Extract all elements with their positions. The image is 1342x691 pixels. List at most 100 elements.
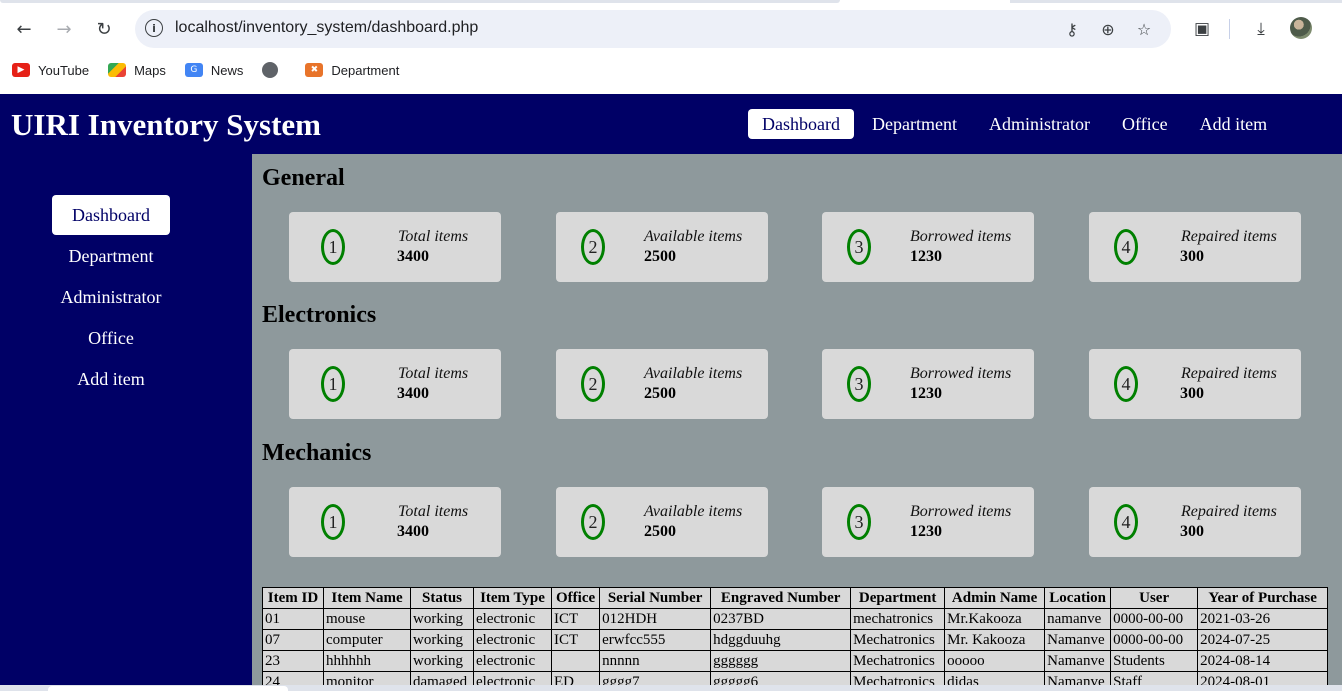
stat-card-repaired[interactable]: 4 Repaired items 300: [1089, 212, 1301, 282]
xampp-icon: ✖: [305, 63, 324, 77]
sidebar-item-add-item[interactable]: Add item: [52, 359, 170, 399]
card-label: Borrowed items: [910, 503, 1012, 520]
cell-item-name: hhhhhh: [323, 650, 411, 672]
bookmark-label: YouTube: [38, 62, 90, 78]
card-value: 1230: [910, 385, 942, 402]
profile-avatar[interactable]: [1290, 17, 1312, 39]
bookmark-maps[interactable]: Maps: [108, 63, 166, 78]
back-arrow-icon[interactable]: ←: [8, 13, 40, 45]
card-value: 2500: [644, 248, 676, 265]
column-header[interactable]: Year of Purchase: [1197, 587, 1329, 609]
star-icon[interactable]: ☆: [1133, 18, 1155, 40]
stat-card-borrowed[interactable]: 3 Borrowed items 1230: [822, 212, 1034, 282]
column-header[interactable]: Item Type: [473, 587, 552, 609]
table-row[interactable]: 07 computer working electronic ICT erwfc…: [262, 629, 1329, 651]
column-header[interactable]: Item Name: [323, 587, 411, 609]
column-header[interactable]: Serial Number: [599, 587, 712, 609]
card-number-badge: 4: [1114, 504, 1138, 540]
cell-engraved-number: gggggg: [710, 650, 852, 672]
card-number-badge: 4: [1114, 366, 1138, 402]
cell-item-name: mouse: [323, 608, 411, 630]
table-row[interactable]: 23 hhhhhh working electronic nnnnn ggggg…: [262, 650, 1329, 672]
bookmark-news[interactable]: G News: [184, 63, 243, 78]
bookmark-youtube[interactable]: ▶ YouTube: [12, 63, 89, 78]
zoom-icon[interactable]: ⊕: [1097, 18, 1119, 40]
stat-card-total[interactable]: 1 Total items 3400: [289, 487, 501, 557]
cell-department: mechatronics: [850, 608, 946, 630]
card-number-badge: 1: [321, 229, 345, 265]
cell-serial-number: 012HDH: [599, 608, 712, 630]
stat-card-borrowed[interactable]: 3 Borrowed items 1230: [822, 349, 1034, 419]
column-header[interactable]: Office: [550, 587, 601, 609]
extensions-icon[interactable]: ▣: [1189, 16, 1215, 42]
card-label: Available items: [644, 228, 743, 245]
bookmark-globe[interactable]: [262, 62, 286, 78]
stat-card-available[interactable]: 2 Available items 2500: [556, 349, 768, 419]
cell-engraved-number: 0237BD: [710, 608, 852, 630]
column-header[interactable]: Department: [850, 587, 946, 609]
card-label: Total items: [398, 503, 469, 520]
table-row[interactable]: 01 mouse working electronic ICT 012HDH 0…: [262, 608, 1329, 630]
cell-admin-name: ooooo: [944, 650, 1046, 672]
app-title: UIRI Inventory System: [11, 107, 321, 142]
stat-card-available[interactable]: 2 Available items 2500: [556, 487, 768, 557]
card-value: 2500: [644, 385, 676, 402]
card-label: Borrowed items: [910, 228, 1012, 245]
sidebar-item-dashboard[interactable]: Dashboard: [52, 195, 170, 235]
topnav-administrator[interactable]: Administrator: [975, 109, 1104, 139]
topnav-dashboard[interactable]: Dashboard: [748, 109, 854, 139]
cell-department: Mechatronics: [850, 629, 946, 651]
card-label: Total items: [398, 228, 469, 245]
card-number-badge: 4: [1114, 229, 1138, 265]
bookmark-department[interactable]: ✖ Department: [305, 63, 399, 78]
sidebar-item-administrator[interactable]: Administrator: [52, 277, 170, 317]
top-nav: Dashboard Department Administrator Offic…: [748, 109, 1285, 139]
address-bar[interactable]: i localhost/inventory_system/dashboard.p…: [135, 10, 1171, 48]
menu-icon[interactable]: ⋮: [1330, 16, 1342, 42]
tab-strip: [0, 0, 840, 3]
cell-user: 0000-00-00: [1110, 608, 1199, 630]
cell-location: Namanve: [1044, 629, 1112, 651]
column-header[interactable]: Engraved Number: [710, 587, 852, 609]
news-icon: G: [184, 63, 203, 77]
stat-card-total[interactable]: 1 Total items 3400: [289, 212, 501, 282]
card-number-badge: 1: [321, 366, 345, 402]
stat-card-repaired[interactable]: 4 Repaired items 300: [1089, 349, 1301, 419]
url-text[interactable]: localhost/inventory_system/dashboard.php: [175, 19, 478, 37]
card-value: 1230: [910, 523, 942, 540]
download-icon[interactable]: ⤓: [1248, 16, 1274, 42]
stat-card-available[interactable]: 2 Available items 2500: [556, 212, 768, 282]
column-header[interactable]: Item ID: [262, 587, 324, 609]
stat-card-total[interactable]: 1 Total items 3400: [289, 349, 501, 419]
site-info-icon[interactable]: i: [145, 19, 163, 37]
sidebar-item-office[interactable]: Office: [52, 318, 170, 358]
key-icon[interactable]: ⚷: [1061, 18, 1083, 40]
card-number-badge: 3: [847, 366, 871, 402]
forward-arrow-icon[interactable]: →: [48, 13, 80, 45]
bookmark-label: Department: [331, 62, 400, 78]
stat-card-borrowed[interactable]: 3 Borrowed items 1230: [822, 487, 1034, 557]
cell-status: working: [410, 650, 474, 672]
card-value: 3400: [397, 248, 429, 265]
cell-department: Mechatronics: [850, 650, 946, 672]
card-value: 3400: [397, 523, 429, 540]
topnav-department[interactable]: Department: [858, 109, 971, 139]
globe-icon: [262, 62, 279, 78]
bookmarks-bar: ▶ YouTube Maps G News ✖ Department: [0, 58, 418, 82]
stat-card-repaired[interactable]: 4 Repaired items 300: [1089, 487, 1301, 557]
card-number-badge: 2: [581, 366, 605, 402]
topnav-office[interactable]: Office: [1108, 109, 1182, 139]
cell-user: Students: [1110, 650, 1199, 672]
column-header[interactable]: Location: [1044, 587, 1112, 609]
cell-year-of-purchase: 2024-07-25: [1197, 629, 1329, 651]
topnav-add-item[interactable]: Add item: [1186, 109, 1282, 139]
reload-icon[interactable]: ↻: [88, 13, 120, 45]
cell-location: Namanve: [1044, 650, 1112, 672]
column-header[interactable]: Status: [410, 587, 474, 609]
cell-item-type: electronic: [473, 608, 552, 630]
cell-engraved-number: hdggduuhg: [710, 629, 852, 651]
column-header[interactable]: User: [1110, 587, 1199, 609]
sidebar-item-department[interactable]: Department: [52, 236, 170, 276]
column-header[interactable]: Admin Name: [944, 587, 1046, 609]
card-number-badge: 3: [847, 504, 871, 540]
